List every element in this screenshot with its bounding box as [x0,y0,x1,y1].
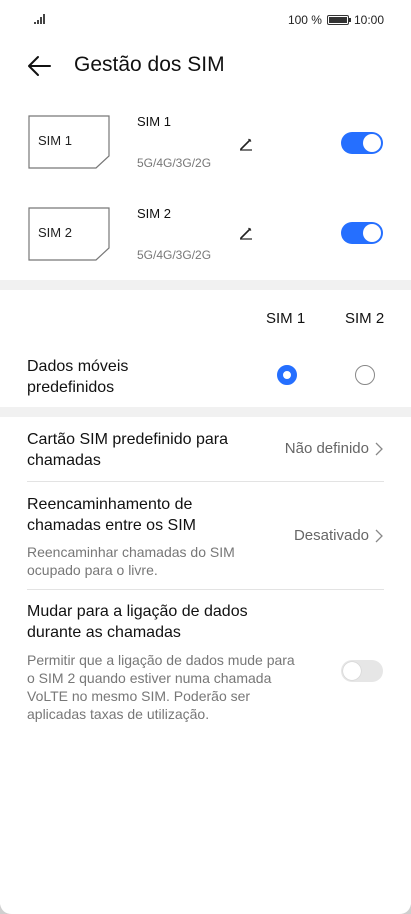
data-during-calls-toggle[interactable] [341,660,383,682]
default-call-sim-label: Cartão SIM predefinido para chamadas [27,431,228,469]
default-data-label: Dados móveis predefinidos [27,358,129,396]
default-data-sim2-radio[interactable] [355,365,375,385]
divider [27,589,384,590]
default-call-sim-value: Não definido [285,440,383,457]
column-header-sim1: SIM 1 [266,310,306,327]
sim-name: SIM 1 [137,114,171,129]
column-header-sim2: SIM 2 [345,310,385,327]
divider [27,481,384,482]
status-bar: 100 % 10:00 [0,0,411,40]
call-forwarding-value: Desativado [294,527,383,544]
default-data-sim1-radio[interactable] [277,365,297,385]
sim2-toggle[interactable] [341,222,383,244]
screen-bottom-edge [0,904,411,914]
chevron-right-icon [375,529,383,542]
sim-card-label: SIM 2 [38,225,72,240]
sim-card-label: SIM 1 [38,133,72,148]
page-title: Gestão dos SIM [74,53,225,76]
section-divider [0,407,411,417]
data-during-calls-label: Mudar para a ligação de dados durante as… [27,603,248,641]
sim1-toggle[interactable] [341,132,383,154]
pencil-icon[interactable] [238,136,254,152]
call-forwarding-value-text: Desativado [293,527,369,544]
section-divider [0,280,411,290]
sim-card-icon: SIM 1 [28,115,110,169]
battery-percent: 100 % [287,13,322,27]
call-forwarding-description: Reencaminhar chamadas do SIM ocupado par… [27,544,235,578]
arrow-left-icon[interactable] [24,50,56,82]
sim-network: 5G/4G/3G/2G [137,248,212,262]
sim-network: 5G/4G/3G/2G [137,156,212,170]
app-header: Gestão dos SIM [0,48,411,84]
default-call-sim-value-text: Não definido [284,440,369,457]
chevron-right-icon [375,442,383,455]
clock: 10:00 [353,13,384,27]
sim-card-icon: SIM 2 [28,207,110,261]
status-right: 100 % 10:00 [288,13,384,27]
call-forwarding-label: Reencaminhamento de chamadas entre os SI… [27,496,196,534]
pencil-icon[interactable] [238,225,254,241]
sim-name: SIM 2 [137,206,171,221]
data-during-calls-description: Permitir que a ligação de dados mude par… [27,652,295,722]
signal-icon [34,14,45,24]
battery-icon [326,15,351,25]
